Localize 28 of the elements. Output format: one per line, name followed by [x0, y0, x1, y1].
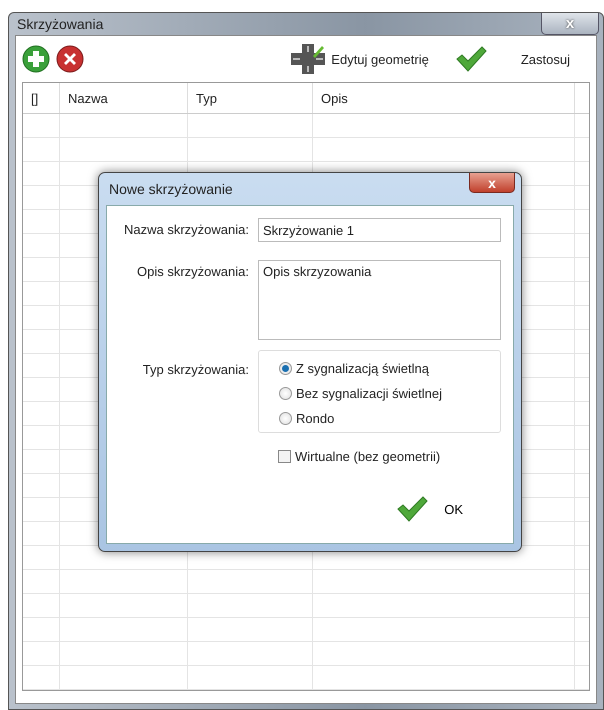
- column-header[interactable]: []: [31, 90, 38, 106]
- edit-geometry-label[interactable]: Edytuj geometrię: [331, 52, 429, 66]
- road-crossing-icon[interactable]: [291, 44, 326, 74]
- column-header[interactable]: Nazwa: [68, 90, 108, 106]
- add-icon[interactable]: [22, 45, 50, 73]
- checkbox-icon[interactable]: [278, 450, 291, 463]
- description-label: Opis skrzyżowania:: [136, 263, 249, 281]
- dialog-title: Nowe skrzyżowanie: [109, 181, 233, 197]
- name-field[interactable]: Skrzyżowanie 1: [258, 218, 501, 242]
- apply-check-icon: [454, 46, 487, 72]
- radio-icon[interactable]: [279, 362, 292, 375]
- name-label: Nazwa skrzyżowania:: [123, 221, 249, 239]
- column-header[interactable]: Typ: [196, 90, 217, 106]
- window-title: Skrzyżowania: [17, 16, 104, 32]
- radio-option[interactable]: Z sygnalizacją świetlną: [279, 361, 500, 376]
- apply-label[interactable]: Zastosuj: [520, 52, 570, 66]
- column-header[interactable]: Opis: [321, 90, 348, 106]
- type-label: Typ skrzyżowania:: [142, 361, 249, 379]
- radio-icon[interactable]: [279, 412, 292, 425]
- radio-option[interactable]: Rondo: [279, 411, 500, 426]
- radio-icon[interactable]: [279, 387, 292, 400]
- delete-icon[interactable]: [56, 45, 84, 73]
- close-button[interactable]: x: [469, 173, 515, 193]
- description-field[interactable]: Opis skrzyzowania: [258, 260, 501, 340]
- ok-check-icon: [396, 496, 428, 522]
- radio-option[interactable]: Bez sygnalizacji świetlnej: [279, 386, 500, 401]
- ok-button[interactable]: OK: [442, 500, 465, 518]
- virtual-checkbox[interactable]: Wirtualne (bez geometrii): [278, 449, 501, 464]
